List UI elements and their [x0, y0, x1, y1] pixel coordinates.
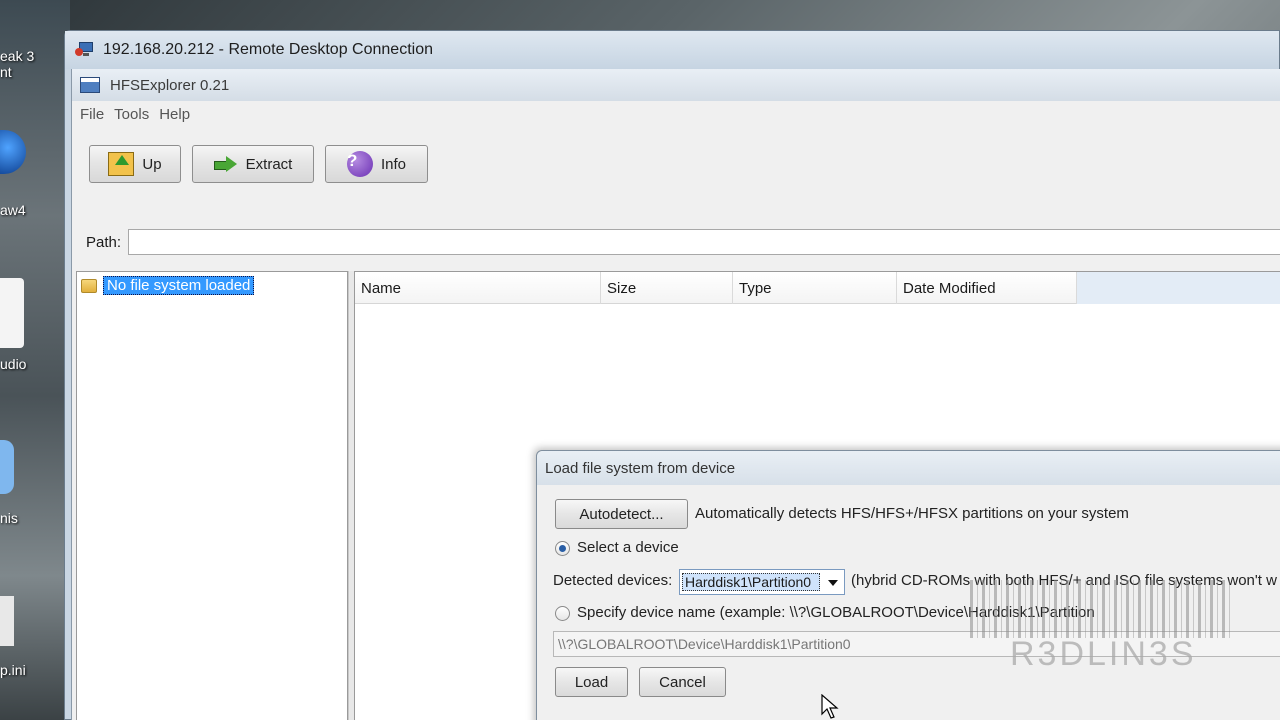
autodetect-description: Automatically detects HFS/HFS+/HFSX part… [695, 505, 1129, 522]
hfs-titlebar[interactable]: HFSExplorer 0.21 [72, 69, 1280, 101]
autodetect-button[interactable]: Autodetect... [555, 499, 688, 529]
select-device-radio[interactable] [555, 541, 570, 556]
menu-tools[interactable]: Tools [114, 106, 149, 123]
window-icon [80, 77, 100, 93]
desktop-app-icon[interactable] [0, 130, 26, 174]
desktop-icon-label[interactable]: nis [0, 510, 60, 526]
up-button[interactable]: Up [89, 145, 181, 183]
desktop-app-icon[interactable] [0, 596, 14, 646]
column-header-name[interactable]: Name [355, 272, 601, 304]
desktop-background: eak 3 nt aw4 udio nis p.ini [0, 0, 70, 720]
desktop-icon-label[interactable]: udio [0, 356, 60, 372]
extract-label: Extract [245, 155, 293, 173]
select-device-label: Select a device [577, 539, 679, 556]
mouse-cursor-icon [821, 694, 839, 719]
info-icon: ? [346, 151, 373, 177]
path-row: Path: [72, 227, 1280, 257]
path-label: Path: [86, 233, 122, 251]
cancel-button[interactable]: Cancel [639, 667, 726, 697]
arrow-right-icon [213, 156, 238, 172]
watermark-barcode [970, 580, 1230, 638]
folder-tree[interactable]: No file system loaded [76, 271, 348, 720]
specify-device-radio[interactable] [555, 606, 570, 621]
desktop-app-icon[interactable] [0, 278, 24, 348]
info-button[interactable]: ? Info [325, 145, 428, 183]
folder-up-icon [108, 152, 135, 176]
tree-item-root[interactable]: No file system loaded [81, 276, 255, 295]
detected-devices-select[interactable]: Harddisk1\Partition0 [679, 569, 845, 595]
load-button[interactable]: Load [555, 667, 628, 697]
list-header: Name Size Type Date Modified [355, 272, 1280, 304]
column-header-size[interactable]: Size [601, 272, 733, 304]
info-label: Info [380, 155, 407, 173]
up-label: Up [142, 155, 162, 173]
menu-help[interactable]: Help [159, 106, 190, 123]
rdc-titlebar[interactable]: 192.168.20.212 - Remote Desktop Connecti… [65, 31, 1279, 69]
path-input[interactable] [128, 229, 1280, 255]
folder-icon [81, 278, 97, 293]
menu-file[interactable]: File [80, 106, 104, 123]
desktop-icon-label[interactable]: aw4 [0, 202, 60, 218]
desktop-app-icon[interactable] [0, 440, 14, 494]
column-header-type[interactable]: Type [733, 272, 897, 304]
column-header-date-modified[interactable]: Date Modified [897, 272, 1077, 304]
desktop-icon-label[interactable]: eak 3 nt [0, 48, 60, 80]
toolbar: Up Extract ? Info [72, 141, 1280, 187]
watermark-text: R3DLIN3S [1010, 635, 1197, 673]
column-header-filler [1077, 272, 1280, 304]
rdc-title: 192.168.20.212 - Remote Desktop Connecti… [103, 41, 433, 58]
detected-device-value: Harddisk1\Partition0 [682, 573, 820, 591]
dialog-title: Load file system from device [545, 459, 736, 477]
tree-item-label: No file system loaded [103, 276, 255, 295]
desktop-icon-label[interactable]: p.ini [0, 662, 60, 678]
detected-devices-label: Detected devices: [553, 572, 673, 589]
remote-desktop-icon [75, 42, 95, 58]
dialog-titlebar[interactable]: Load file system from device [537, 451, 1280, 485]
chevron-down-icon [828, 580, 838, 586]
menubar: File Tools Help [72, 101, 1280, 127]
hfs-title: HFSExplorer 0.21 [110, 76, 230, 94]
extract-button[interactable]: Extract [192, 145, 314, 183]
